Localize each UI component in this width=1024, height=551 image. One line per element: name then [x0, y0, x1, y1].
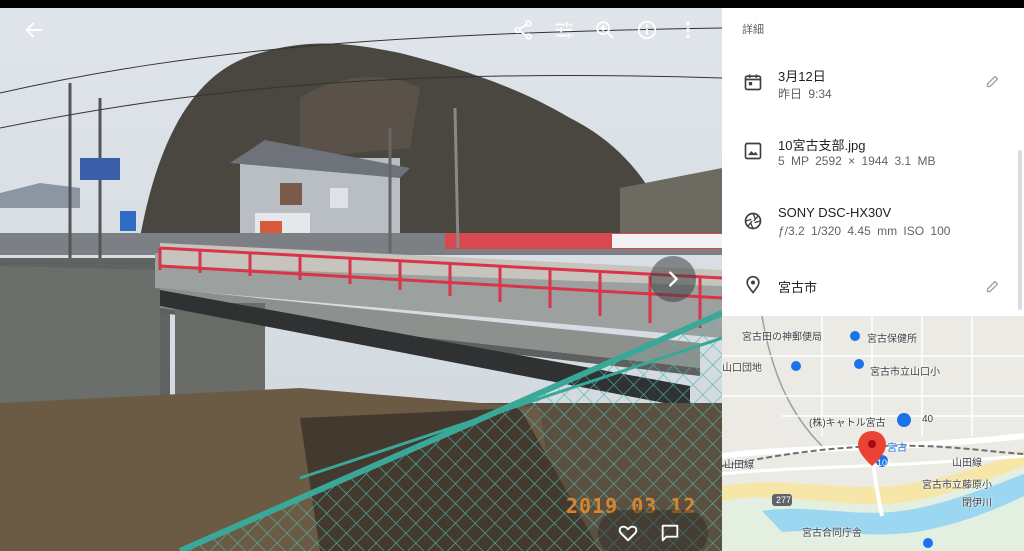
info-button[interactable]: [631, 14, 663, 46]
edit-date-button[interactable]: [982, 71, 1002, 91]
map-label: 閉伊川: [962, 498, 992, 509]
map-label: 宮古合同庁舎: [802, 528, 862, 539]
pencil-icon: [986, 280, 998, 292]
favorite-button[interactable]: [612, 517, 644, 549]
photo-viewer[interactable]: 2019 03 12: [0, 8, 722, 551]
window-top-band: [0, 0, 1024, 8]
more-vert-icon: [686, 21, 690, 39]
map-label: 宮古保健所: [867, 334, 917, 345]
date-row: 3月12日 昨日 9:34: [722, 64, 1024, 114]
camera-aperture-icon: [742, 210, 764, 232]
heart-icon: [618, 525, 638, 542]
camera-settings: ƒ/3.2 1/320 4.45 mm ISO 100: [778, 224, 951, 238]
map-label: 山口団地: [722, 363, 762, 374]
comment-button[interactable]: [654, 517, 686, 549]
location-row: 宮古市: [722, 271, 1024, 301]
time-text: 昨日 9:34: [778, 87, 832, 101]
map-label: 宮古市立山口小: [870, 367, 940, 378]
location-map[interactable]: 宮古田の神郵便局 宮古保健所 山口団地 宮古市立山口小 (株)キャトル宮古 40…: [722, 316, 1024, 551]
next-photo-button[interactable]: [650, 256, 696, 302]
camera-row: SONY DSC-HX30V ƒ/3.2 1/320 4.45 mm ISO 1…: [722, 204, 1024, 254]
location-name: 宮古市: [778, 280, 818, 295]
bridge-photo: [0, 8, 722, 551]
chevron-right-icon: [669, 271, 678, 287]
zoom-button[interactable]: [589, 14, 621, 46]
info-panel-title: 詳細: [742, 24, 764, 36]
map-graphics: [722, 316, 1024, 551]
calendar-icon: [742, 71, 764, 93]
map-label: 宮古市立藤原小: [922, 480, 992, 491]
file-details: 5 MP 2592 × 1944 3.1 MB: [778, 154, 936, 168]
pencil-icon: [986, 75, 998, 87]
map-label: 40: [922, 414, 934, 425]
map-label: 山田線: [952, 458, 982, 469]
share-button[interactable]: [507, 14, 539, 46]
zoom-in-icon: [596, 21, 614, 39]
info-panel-scrollbar[interactable]: [1018, 150, 1022, 310]
map-label: 277: [776, 495, 792, 505]
camera-model: SONY DSC-HX30V: [778, 205, 892, 220]
map-label: 宮古: [887, 443, 907, 454]
date-text: 3月12日: [778, 69, 826, 84]
map-label: 宮古田の神郵便局: [742, 332, 822, 343]
share-icon: [514, 20, 532, 40]
more-options-button[interactable]: [672, 14, 704, 46]
map-label: 106: [877, 458, 893, 468]
edit-location-button[interactable]: [982, 276, 1002, 296]
map-label: 山田線: [724, 460, 754, 471]
photo-viewer-app: 2019 03 12 詳細 3月12日 昨日 9:34 10宮古支部.jpg 5…: [0, 0, 1024, 551]
back-button[interactable]: [18, 14, 50, 46]
tune-icon: [555, 22, 573, 38]
comment-icon: [661, 524, 679, 542]
info-icon: [637, 20, 657, 40]
location-pin-icon: [742, 274, 764, 296]
map-label: (株)キャトル宮古: [809, 418, 886, 429]
edit-button[interactable]: [548, 14, 580, 46]
file-row: 10宮古支部.jpg 5 MP 2592 × 1944 3.1 MB: [722, 134, 1024, 184]
back-arrow-icon: [25, 22, 43, 38]
file-name: 10宮古支部.jpg: [778, 138, 866, 153]
photo-actions-bar: [598, 510, 708, 551]
image-icon: [742, 140, 764, 162]
viewer-toolbar: [0, 8, 722, 52]
